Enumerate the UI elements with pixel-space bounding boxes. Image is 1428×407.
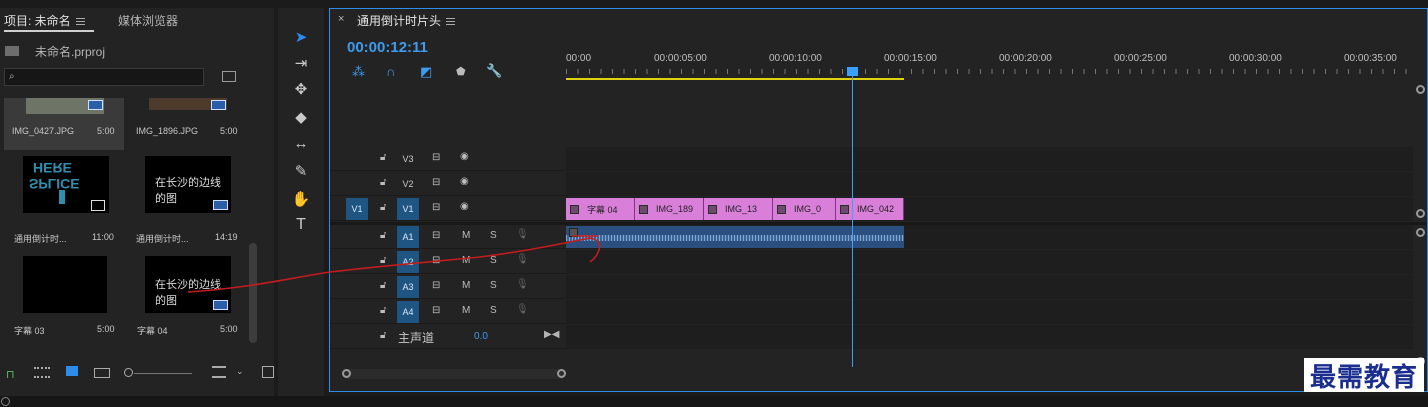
status-icon — [1, 397, 10, 406]
annotation-stroke — [187, 235, 601, 293]
watermark-logo: 最需教育 — [1304, 358, 1424, 393]
status-bar — [0, 396, 1428, 407]
